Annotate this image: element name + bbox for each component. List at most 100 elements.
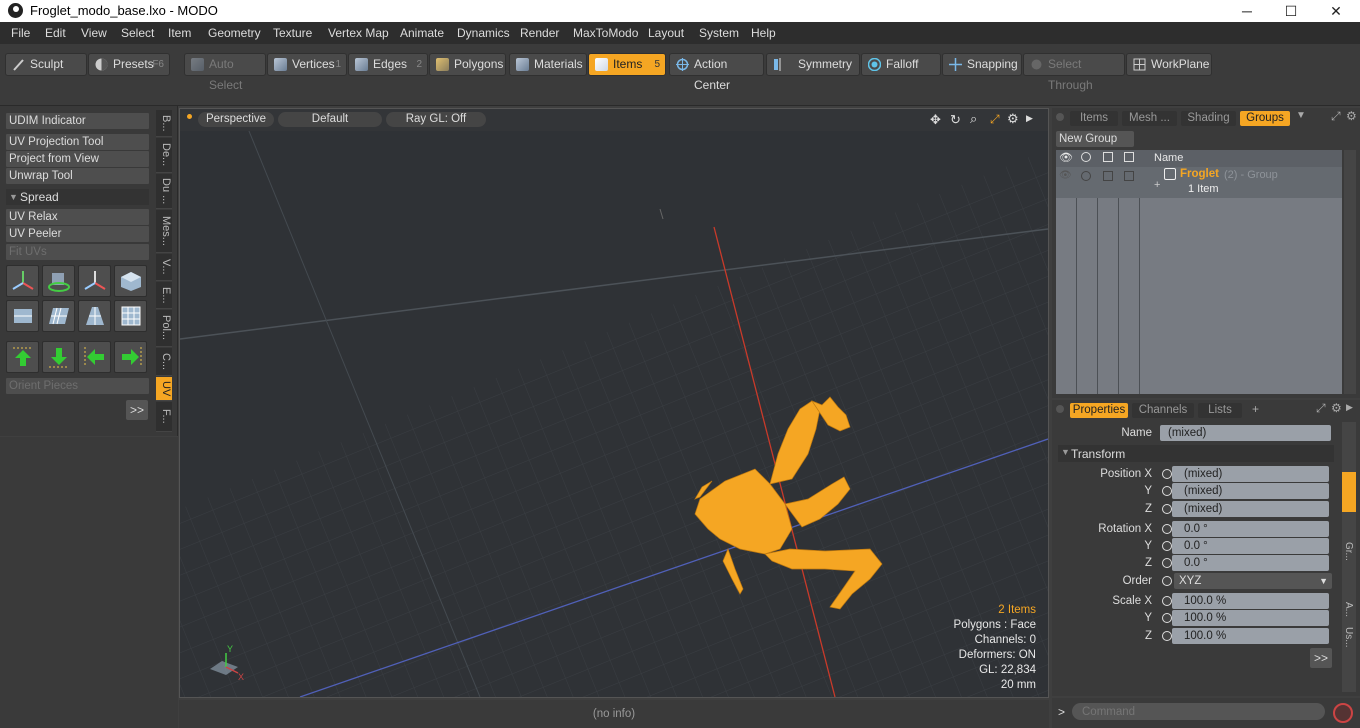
menu-file[interactable]: File: [11, 26, 30, 40]
tab-groups[interactable]: Groups: [1240, 111, 1290, 126]
vtab-deform[interactable]: De...: [156, 138, 172, 173]
menu-render[interactable]: Render: [520, 26, 559, 40]
command-input[interactable]: [1072, 703, 1325, 720]
tab-dropdown-icon[interactable]: ▼: [1296, 110, 1306, 121]
symmetry-button[interactable]: Symmetry: [766, 53, 860, 76]
uv-relax-grid-button[interactable]: [114, 300, 147, 332]
rotation-y-field[interactable]: 0.0 °: [1172, 538, 1329, 554]
vertices-button[interactable]: Vertices 1: [267, 53, 347, 76]
tab-channels[interactable]: Channels: [1132, 403, 1194, 418]
properties-arrow-icon[interactable]: ▶: [1346, 402, 1353, 413]
align-right-button[interactable]: [114, 341, 147, 373]
lock-icon[interactable]: [1103, 152, 1113, 162]
menu-dynamics[interactable]: Dynamics: [457, 26, 510, 40]
menu-maxtomodo[interactable]: MaxToModo: [573, 26, 638, 40]
row-visibility-eye-icon[interactable]: 👁: [1059, 170, 1072, 181]
scale-y-field[interactable]: 100.0 %: [1172, 610, 1329, 626]
close-button[interactable]: ✕: [1313, 0, 1359, 22]
properties-gear-icon[interactable]: ⚙: [1331, 401, 1342, 415]
side-tab-active[interactable]: [1342, 472, 1356, 512]
view-settings-gear-icon[interactable]: ⚙: [1007, 111, 1019, 127]
edges-button[interactable]: Edges 2: [348, 53, 428, 76]
position-z-keyframe-icon[interactable]: [1162, 504, 1172, 514]
pan-icon[interactable]: ✥: [930, 112, 941, 128]
uv-box-tool-button[interactable]: [114, 265, 147, 297]
ray-gl-toggle[interactable]: Ray GL: Off: [386, 112, 486, 127]
uv-unwrap-cylinder-button[interactable]: [6, 300, 39, 332]
menu-edit[interactable]: Edit: [45, 26, 66, 40]
action-center-button[interactable]: Action Center: [669, 53, 764, 92]
menu-item[interactable]: Item: [168, 26, 191, 40]
render-icon[interactable]: [1081, 152, 1091, 162]
view-type-dropdown[interactable]: Perspective: [198, 112, 274, 127]
record-macro-icon[interactable]: [1333, 703, 1353, 723]
uv-scale-tool-button[interactable]: [78, 265, 111, 297]
vtab-mesh[interactable]: Mes...: [156, 210, 172, 253]
menu-animate[interactable]: Animate: [400, 26, 444, 40]
rotation-x-keyframe-icon[interactable]: [1162, 524, 1172, 534]
rotation-y-keyframe-icon[interactable]: [1162, 541, 1172, 551]
position-y-keyframe-icon[interactable]: [1162, 486, 1172, 496]
row-render-icon[interactable]: [1081, 171, 1091, 181]
auto-select-button[interactable]: Auto Select: [184, 53, 266, 92]
order-keyframe-icon[interactable]: [1162, 576, 1172, 586]
project-from-view-button[interactable]: Project from View: [6, 151, 149, 167]
rotation-z-field[interactable]: 0.0 °: [1172, 555, 1329, 571]
new-group-button[interactable]: New Group: [1056, 131, 1134, 147]
minimize-button[interactable]: ─: [1224, 0, 1270, 22]
panel-settings-gear-icon[interactable]: ⚙: [1346, 109, 1357, 123]
visibility-eye-icon[interactable]: 👁: [1059, 151, 1073, 164]
maximize-view-icon[interactable]: ⤢: [990, 112, 1000, 127]
uv-transform-tool-button[interactable]: [6, 265, 39, 297]
menu-select[interactable]: Select: [121, 26, 154, 40]
transform-section-header[interactable]: ▼ Transform: [1058, 445, 1334, 462]
udim-indicator-button[interactable]: UDIM Indicator: [6, 113, 149, 129]
menu-system[interactable]: System: [699, 26, 739, 40]
uv-grid-button[interactable]: [42, 300, 75, 332]
menu-layout[interactable]: Layout: [648, 26, 684, 40]
side-tab-groups[interactable]: Gr...: [1343, 542, 1354, 561]
orient-pieces-button[interactable]: Orient Pieces: [6, 378, 149, 394]
properties-more-button[interactable]: >>: [1310, 648, 1332, 668]
group-list-scrollbar[interactable]: [1344, 150, 1356, 394]
uv-peeler-button[interactable]: UV Peeler: [6, 226, 149, 242]
side-tab-a[interactable]: A...: [1343, 602, 1354, 617]
panel-expand-icon[interactable]: ⤢: [1331, 109, 1341, 124]
align-left-button[interactable]: [78, 341, 111, 373]
uv-perspective-grid-button[interactable]: [78, 300, 111, 332]
vtab-curve[interactable]: C...: [156, 348, 172, 376]
vtab-duplicate[interactable]: Du ...: [156, 174, 172, 209]
menu-view[interactable]: View: [81, 26, 107, 40]
snapping-button[interactable]: Snapping: [942, 53, 1022, 76]
order-dropdown[interactable]: XYZ ▼: [1174, 573, 1332, 589]
scale-z-field[interactable]: 100.0 %: [1172, 628, 1329, 644]
workplane-button[interactable]: WorkPlane: [1126, 53, 1212, 76]
uv-rotate-tool-button[interactable]: [42, 265, 75, 297]
uv-projection-tool-button[interactable]: UV Projection Tool: [6, 134, 149, 150]
name-field[interactable]: (mixed): [1160, 425, 1331, 441]
tab-shading[interactable]: Shading: [1181, 111, 1236, 126]
uv-relax-button[interactable]: UV Relax: [6, 209, 149, 225]
viewport-expand-arrow-icon[interactable]: ▶: [1026, 113, 1033, 124]
expand-plus-icon[interactable]: +: [1154, 179, 1160, 191]
side-tab-us[interactable]: Us...: [1343, 627, 1354, 648]
fit-uvs-button[interactable]: Fit UVs: [6, 244, 149, 260]
tab-properties[interactable]: Properties: [1070, 403, 1128, 418]
position-x-keyframe-icon[interactable]: [1162, 469, 1172, 479]
scale-x-keyframe-icon[interactable]: [1162, 596, 1172, 606]
vtab-fusion[interactable]: F...: [156, 402, 172, 432]
tab-items[interactable]: Items: [1070, 111, 1118, 126]
select-icon[interactable]: [1124, 152, 1134, 162]
more-tools-button[interactable]: >>: [126, 400, 148, 420]
position-z-field[interactable]: (mixed): [1172, 501, 1329, 517]
rotation-z-keyframe-icon[interactable]: [1162, 558, 1172, 568]
menu-vertex-map[interactable]: Vertex Map: [328, 26, 389, 40]
properties-menu-icon[interactable]: [1056, 405, 1064, 413]
group-row-froglet[interactable]: 👁 + Froglet (2) - Group 1 Item: [1056, 167, 1342, 198]
unwrap-tool-button[interactable]: Unwrap Tool: [6, 168, 149, 184]
select-through-button[interactable]: Select Through: [1023, 53, 1125, 92]
vtab-uv[interactable]: UV: [156, 377, 172, 401]
spread-section[interactable]: ▼ Spread: [6, 189, 149, 205]
scale-x-field[interactable]: 100.0 %: [1172, 593, 1329, 609]
properties-expand-icon[interactable]: ⤢: [1316, 401, 1326, 416]
